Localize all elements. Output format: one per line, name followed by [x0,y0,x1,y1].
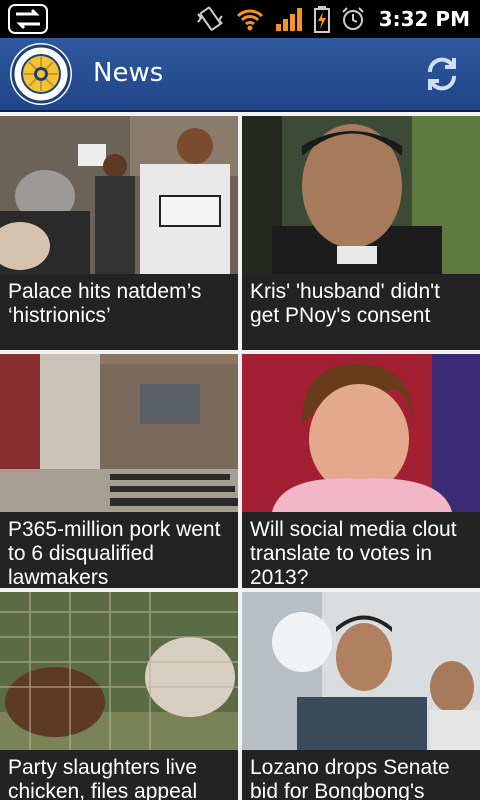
news-tile[interactable]: Party slaughters live chicken, files app… [0,592,238,800]
battery-charging-icon [313,6,330,33]
news-tile[interactable]: Kris' 'husband' didn't get PNoy's consen… [242,116,480,350]
status-time: 3:32 PM [378,7,470,31]
signal-icon [275,8,302,31]
news-tile[interactable]: Lozano drops Senate bid for Bongbong's s… [242,592,480,800]
article-photo [0,592,238,750]
article-headline: Will social media clout translate to vot… [242,512,480,588]
vibrate-icon [196,6,223,31]
news-grid: Palace hits natdem’s ‘histrionics’ Kris'… [0,112,480,800]
news-tile[interactable]: Palace hits natdem’s ‘histrionics’ [0,116,238,350]
article-photo [242,592,480,750]
article-headline: Kris' 'husband' didn't get PNoy's consen… [242,274,480,350]
article-photo [242,116,480,274]
article-headline: Party slaughters live chicken, files app… [0,750,238,800]
article-headline: Palace hits natdem’s ‘histrionics’ [0,274,238,350]
status-bar: 3:32 PM [0,0,480,38]
article-photo [0,116,238,274]
app-notification-icon [8,4,48,34]
news-tile[interactable]: P365-million pork went to 6 disqualified… [0,354,238,588]
refresh-icon[interactable] [422,54,462,94]
app-bar: News [0,38,480,112]
article-headline: Lozano drops Senate bid for Bongbong's s… [242,750,480,800]
app-logo [10,43,72,105]
news-tile[interactable]: Will social media clout translate to vot… [242,354,480,588]
page-title: News [93,58,164,88]
article-headline: P365-million pork went to 6 disqualified… [0,512,238,588]
wifi-icon [236,9,263,31]
article-photo [0,354,238,512]
article-photo [242,354,480,512]
alarm-icon [342,7,364,30]
